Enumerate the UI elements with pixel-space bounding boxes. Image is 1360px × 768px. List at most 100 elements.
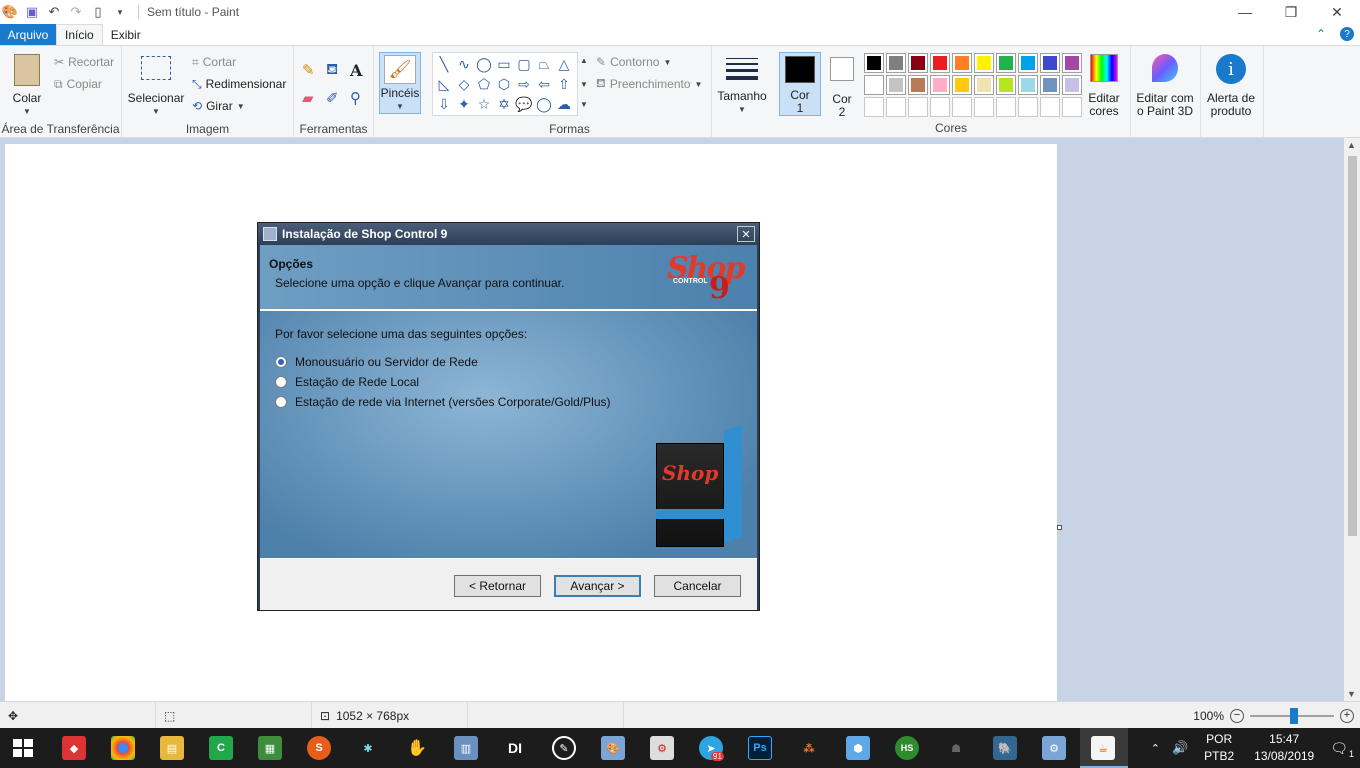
volume-icon[interactable]: 🔊: [1172, 740, 1188, 756]
line-shape-icon[interactable]: ╲: [434, 54, 454, 74]
hexagon-shape-icon[interactable]: ⬡: [494, 74, 514, 94]
size-button[interactable]: Tamanho ▼: [716, 56, 768, 116]
postgresql-icon[interactable]: 🐘: [993, 736, 1017, 760]
rotate-button[interactable]: ⟲ Girar ▼: [192, 96, 245, 116]
input-language[interactable]: POR PTB2: [1204, 731, 1234, 765]
bee-icon[interactable]: ✋: [405, 736, 429, 760]
oval-callout-shape-icon[interactable]: ◯: [534, 94, 554, 114]
scroll-thumb[interactable]: [1348, 156, 1357, 536]
cloud-callout-shape-icon[interactable]: ☁: [554, 94, 574, 114]
tab-file[interactable]: Arquivo: [0, 24, 56, 45]
palette-swatch[interactable]: [908, 53, 928, 73]
diamond-shape-icon[interactable]: ◇: [454, 74, 474, 94]
palette-swatch[interactable]: [952, 53, 972, 73]
zoom-in-button[interactable]: +: [1340, 708, 1354, 723]
up-arrow-shape-icon[interactable]: ⇧: [554, 74, 574, 94]
app-tools-icon[interactable]: ⚙: [650, 736, 674, 760]
six-point-star-shape-icon[interactable]: ✡: [494, 94, 514, 114]
color1-button[interactable]: Cor 1: [779, 52, 821, 116]
zoom-slider-thumb[interactable]: [1290, 707, 1298, 724]
palette-swatch[interactable]: [974, 97, 994, 117]
java-icon[interactable]: ☕: [1091, 736, 1115, 760]
crop-button[interactable]: ⌗ Cortar: [192, 52, 236, 72]
palette-swatch[interactable]: [930, 97, 950, 117]
pen-tool-icon[interactable]: ✎: [552, 736, 576, 760]
text-tool-icon[interactable]: A: [350, 60, 362, 80]
canvas-resize-handle[interactable]: [1057, 525, 1062, 530]
next-button[interactable]: Avançar >: [554, 575, 641, 597]
vertical-scrollbar[interactable]: ▲ ▼: [1344, 138, 1360, 701]
left-arrow-shape-icon[interactable]: ⇦: [534, 74, 554, 94]
palette-swatch[interactable]: [952, 97, 972, 117]
resize-button[interactable]: ⤡ Redimensionar: [192, 74, 286, 94]
redo-icon[interactable]: ↷: [68, 4, 84, 20]
app-dots-icon[interactable]: ⁂: [797, 736, 821, 760]
palette-swatch[interactable]: [952, 75, 972, 95]
copy-button[interactable]: ⧉ Copiar: [54, 74, 102, 94]
scroll-up-icon[interactable]: ▲: [1347, 140, 1356, 150]
brushes-button[interactable]: 🖌 Pincéis ▼: [379, 52, 421, 114]
tab-home[interactable]: Início: [56, 24, 103, 45]
shapes-scroll-up-icon[interactable]: ▲: [580, 56, 588, 65]
file-explorer-icon[interactable]: ▤: [160, 736, 184, 760]
palette-swatch[interactable]: [886, 75, 906, 95]
chrome-icon[interactable]: [111, 736, 135, 760]
palette-swatch[interactable]: [1040, 53, 1060, 73]
palette-swatch[interactable]: [908, 97, 928, 117]
option-single-user[interactable]: Monousuário ou Servidor de Rede: [275, 355, 478, 369]
palette-swatch[interactable]: [996, 53, 1016, 73]
save-icon[interactable]: ▣: [24, 4, 40, 20]
cut-button[interactable]: ✂ Recortar: [54, 52, 114, 72]
pentagon-shape-icon[interactable]: ⬠: [474, 74, 494, 94]
cancel-button[interactable]: Cancelar: [654, 575, 741, 597]
palette-swatch[interactable]: [996, 75, 1016, 95]
scroll-down-icon[interactable]: ▼: [1347, 689, 1356, 699]
notifications-icon[interactable]: 🗨 1: [1330, 740, 1354, 759]
pencil-icon[interactable]: ✎: [302, 60, 315, 80]
windows-start-icon[interactable]: [13, 739, 33, 757]
eraser-icon[interactable]: ▰: [302, 88, 314, 108]
palette-swatch[interactable]: [996, 97, 1016, 117]
five-point-star-shape-icon[interactable]: ☆: [474, 94, 494, 114]
radio-button[interactable]: [275, 356, 287, 368]
clock[interactable]: 15:47 13/08/2019: [1254, 731, 1314, 765]
palette-swatch[interactable]: [930, 53, 950, 73]
new-file-icon[interactable]: ▯: [90, 4, 106, 20]
outline-button[interactable]: ✎ Contorno ▼: [596, 52, 671, 72]
undo-icon[interactable]: ↶: [46, 4, 62, 20]
triangle-shape-icon[interactable]: △: [554, 54, 574, 74]
right-triangle-shape-icon[interactable]: ◺: [434, 74, 454, 94]
palette-swatch[interactable]: [864, 75, 884, 95]
palette-swatch[interactable]: [974, 75, 994, 95]
edit-with-paint3d-button[interactable]: Editar com o Paint 3D: [1134, 54, 1196, 118]
palette-swatch[interactable]: [886, 53, 906, 73]
palette-swatch[interactable]: [864, 97, 884, 117]
paint-app-taskbar-icon[interactable]: 🎨: [601, 736, 625, 760]
tab-view[interactable]: Exibir: [103, 24, 149, 45]
palette-swatch[interactable]: [1040, 97, 1060, 117]
product-alert-button[interactable]: i Alerta de produto: [1204, 54, 1258, 118]
slack-icon[interactable]: ✱: [356, 736, 380, 760]
paste-button[interactable]: Colar ▼: [8, 54, 46, 118]
edit-colors-button[interactable]: Editar cores: [1083, 54, 1125, 118]
palette-swatch[interactable]: [974, 53, 994, 73]
app-mask-icon[interactable]: ☗: [944, 736, 968, 760]
option-internet-network[interactable]: Estação de rede via Internet (versões Co…: [275, 395, 611, 409]
back-button[interactable]: < Retornar: [454, 575, 541, 597]
select-button[interactable]: Selecionar ▼: [128, 56, 184, 118]
palette-swatch[interactable]: [1018, 75, 1038, 95]
app-orange-icon[interactable]: S: [307, 736, 331, 760]
rectangle-shape-icon[interactable]: ▭: [494, 54, 514, 74]
spreadsheet-icon[interactable]: ▦: [258, 736, 282, 760]
camtasia-icon[interactable]: C: [209, 736, 233, 760]
fill-bucket-icon[interactable]: ⛾: [326, 60, 338, 80]
virtualbox-icon[interactable]: ⬢: [846, 736, 870, 760]
installer-icon[interactable]: ⚙: [1042, 736, 1066, 760]
app-blue-icon[interactable]: ▥: [454, 736, 478, 760]
color-picker-icon[interactable]: ✐: [326, 88, 339, 108]
shapes-scroll-down-icon[interactable]: ▼: [580, 80, 588, 89]
radio-button[interactable]: [275, 376, 287, 388]
minimize-button[interactable]: —: [1222, 0, 1268, 24]
dialog-close-button[interactable]: ✕: [737, 226, 755, 242]
palette-swatch[interactable]: [908, 75, 928, 95]
